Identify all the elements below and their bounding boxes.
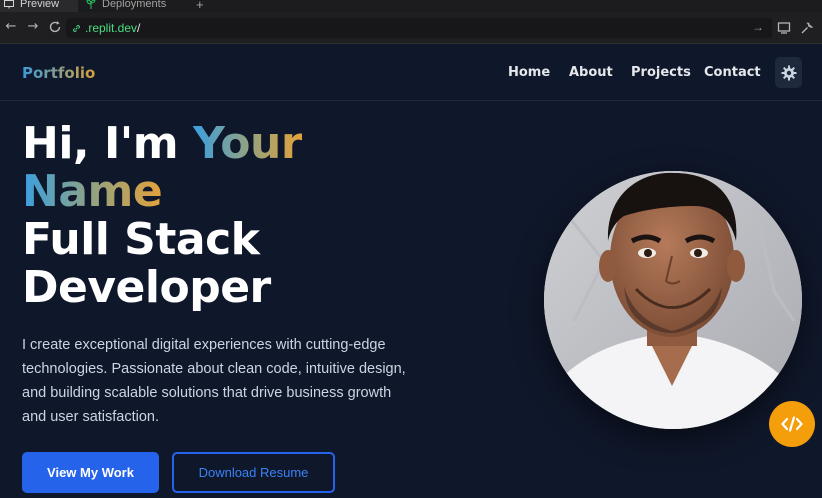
view-my-work-button[interactable]: View My Work <box>22 452 159 493</box>
sprout-icon <box>86 0 96 9</box>
url-host: .replit.dev <box>85 21 138 35</box>
hero-heading: Hi, I'm Your Name Full Stack Developer <box>22 118 303 313</box>
profile-portrait-illustration <box>544 171 802 429</box>
code-badge[interactable] <box>769 401 815 447</box>
webpage-viewport: Portfolio Home About Projects Contact Hi… <box>0 44 822 498</box>
tab-preview[interactable]: Preview <box>0 0 78 12</box>
hero-greeting: Hi, I'm <box>22 118 193 169</box>
theme-toggle-button[interactable] <box>775 57 802 88</box>
forward-arrow-icon[interactable]: → <box>26 20 40 34</box>
browser-tab-bar: Preview Deployments + <box>0 0 822 12</box>
hero-role-line2: Developer <box>22 262 271 313</box>
gear-icon <box>781 65 796 80</box>
tab-deployments[interactable]: Deployments <box>80 0 188 12</box>
nav-contact[interactable]: Contact <box>704 65 761 80</box>
monitor-icon <box>4 0 14 8</box>
go-arrow-icon[interactable]: → <box>752 20 764 34</box>
tab-preview-label: Preview <box>20 0 60 10</box>
hero-description: I create exceptional digital experiences… <box>22 337 406 425</box>
site-header: Portfolio Home About Projects Contact <box>0 44 822 101</box>
nav-about[interactable]: About <box>569 65 613 80</box>
download-resume-button[interactable]: Download Resume <box>172 452 335 493</box>
wrench-icon[interactable] <box>799 20 815 36</box>
url-input[interactable]: .replit.dev / → <box>66 18 772 38</box>
back-arrow-icon[interactable]: ← <box>4 20 18 34</box>
devices-icon[interactable] <box>777 20 793 36</box>
site-logo[interactable]: Portfolio <box>22 64 95 82</box>
reload-icon[interactable] <box>48 20 62 34</box>
hero-name-first: Your <box>192 118 303 169</box>
hero-name-second: Name <box>22 166 163 217</box>
nav-projects[interactable]: Projects <box>631 65 691 80</box>
nav-home[interactable]: Home <box>508 65 550 80</box>
hero-role-line1: Full Stack <box>22 214 260 265</box>
url-path: / <box>137 21 141 35</box>
profile-photo <box>544 171 802 429</box>
address-bar: ← → .replit.dev / → <box>0 12 822 44</box>
link-icon <box>73 24 80 32</box>
new-tab-button[interactable]: + <box>196 0 210 12</box>
tab-deployments-label: Deployments <box>102 0 167 10</box>
code-icon <box>781 416 803 432</box>
